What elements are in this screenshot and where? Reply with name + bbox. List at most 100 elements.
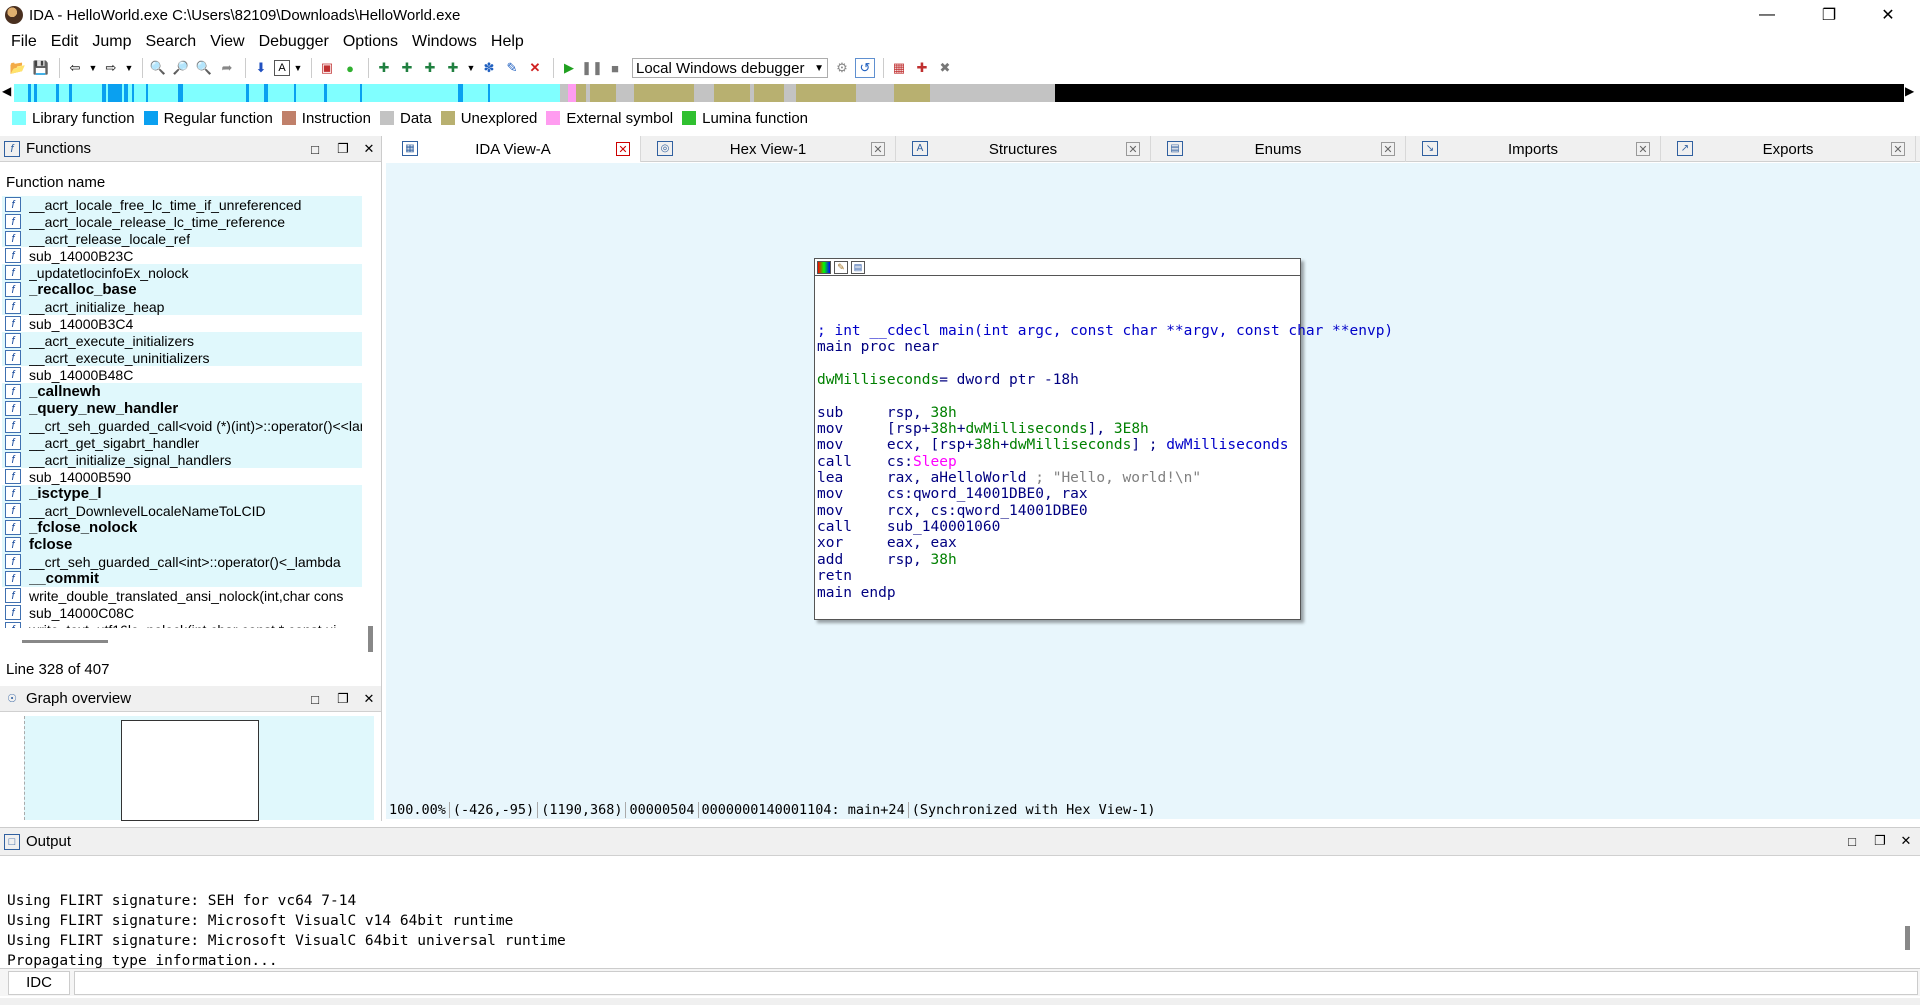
search-binary-icon[interactable]: 🔍: [148, 58, 168, 78]
menu-view[interactable]: View: [203, 33, 251, 51]
close-tab-icon[interactable]: ✕: [871, 142, 885, 156]
add-segment-icon[interactable]: ✚: [397, 58, 417, 78]
close-tab-icon[interactable]: ✕: [1126, 142, 1140, 156]
function-list-item[interactable]: f __crt_seh_guarded_call<int>::operator()…: [2, 553, 362, 570]
minimize-button[interactable]: —: [1744, 0, 1790, 30]
asm-line[interactable]: sub rsp, 38h: [817, 405, 1393, 421]
function-list-item[interactable]: f _isctype_l: [2, 485, 362, 502]
maximize-panel-icon[interactable]: □: [1843, 832, 1861, 850]
add-enum-icon[interactable]: ✚: [443, 58, 463, 78]
asm-line[interactable]: [817, 388, 1393, 404]
close-panel-icon[interactable]: ✕: [360, 690, 378, 708]
menu-search[interactable]: Search: [138, 33, 203, 51]
maximize-panel-icon[interactable]: □: [306, 140, 324, 158]
asm-line[interactable]: mov rcx, cs:qword_14001DBE0: [817, 503, 1393, 519]
function-list-item[interactable]: f _updatetlocinfoEx_nolock: [2, 264, 362, 281]
function-list-item[interactable]: f __acrt_initialize_heap: [2, 298, 362, 315]
function-list-item[interactable]: f _fclose_nolock: [2, 519, 362, 536]
forward-dropdown-icon[interactable]: ▼: [124, 58, 134, 78]
function-list-item[interactable]: f sub_14000B3C4: [2, 315, 362, 332]
back-dropdown-icon[interactable]: ▼: [88, 58, 98, 78]
function-list-item[interactable]: f __crt_seh_guarded_call<void (*)(int)>::…: [2, 417, 362, 434]
menu-options[interactable]: Options: [336, 33, 405, 51]
nav-right-arrow-icon[interactable]: ▶: [1905, 84, 1914, 98]
asm-line[interactable]: call cs:Sleep: [817, 454, 1393, 470]
add-struct-icon[interactable]: ✚: [420, 58, 440, 78]
function-list-item[interactable]: f __acrt_execute_uninitializers: [2, 349, 362, 366]
close-panel-icon[interactable]: ✕: [360, 140, 378, 158]
close-tab-icon[interactable]: ✕: [1891, 142, 1905, 156]
forward-arrow-icon[interactable]: ⇨: [101, 58, 121, 78]
menu-jump[interactable]: Jump: [85, 33, 138, 51]
function-name-column-header[interactable]: Function name: [6, 174, 105, 191]
save-icon[interactable]: 💾: [31, 58, 51, 78]
asm-line[interactable]: ; int __cdecl main(int argc, const char …: [817, 323, 1393, 339]
node-rename-icon[interactable]: ✎: [834, 260, 848, 274]
asm-line[interactable]: main proc near: [817, 339, 1393, 355]
tab-ida-view-a[interactable]: ▦ IDA View-A ✕: [386, 136, 641, 162]
asm-line[interactable]: mov cs:qword_14001DBE0, rax: [817, 486, 1393, 502]
asm-line[interactable]: dwMilliseconds= dword ptr -18h: [817, 372, 1393, 388]
back-arrow-icon[interactable]: ⇦: [65, 58, 85, 78]
asm-line[interactable]: main endp: [817, 585, 1393, 601]
maximize-panel-icon[interactable]: □: [306, 690, 324, 708]
asm-line[interactable]: [817, 356, 1393, 372]
menu-windows[interactable]: Windows: [405, 33, 484, 51]
asm-line[interactable]: mov ecx, [rsp+38h+dwMilliseconds] ; dwMi…: [817, 437, 1393, 453]
function-list-item[interactable]: f sub_14000B590: [2, 468, 362, 485]
graph-overview-viewport[interactable]: [121, 720, 259, 821]
function-list-item[interactable]: f __acrt_locale_free_lc_time_if_unreferen…: [2, 196, 362, 213]
menu-debugger[interactable]: Debugger: [252, 33, 336, 51]
function-list-item[interactable]: f fclose: [2, 536, 362, 553]
function-list-item[interactable]: f _callnewh: [2, 383, 362, 400]
patch-icon[interactable]: ✎: [502, 58, 522, 78]
navigation-band[interactable]: [14, 84, 1904, 102]
tab-exports[interactable]: ↗ Exports ✕: [1661, 136, 1916, 162]
function-list-item[interactable]: f __acrt_locale_release_lc_time_reference: [2, 213, 362, 230]
float-panel-icon[interactable]: ❐: [334, 690, 352, 708]
menu-help[interactable]: Help: [484, 33, 531, 51]
image-icon[interactable]: ▣: [317, 58, 337, 78]
asm-line[interactable]: lea rax, aHelloWorld ; "Hello, world!\n": [817, 470, 1393, 486]
close-panel-icon[interactable]: ✕: [1897, 832, 1915, 850]
debugger-options-icon[interactable]: ⚙: [832, 58, 852, 78]
tab-structures[interactable]: A Structures ✕: [896, 136, 1151, 162]
node-collapse-icon[interactable]: ▤: [851, 260, 865, 274]
search-text-icon[interactable]: 🔎: [171, 58, 191, 78]
function-list-item[interactable]: f __acrt_get_sigabrt_handler: [2, 434, 362, 451]
jump-down-icon[interactable]: ⬇: [251, 58, 271, 78]
graph-node-main[interactable]: ✎ ▤ ; int __cdecl main(int argc, const c…: [814, 258, 1393, 620]
menu-file[interactable]: File: [4, 33, 44, 51]
close-tab-icon[interactable]: ✕: [616, 142, 630, 156]
function-list-item[interactable]: f sub_14000B23C: [2, 247, 362, 264]
function-list-item[interactable]: f __acrt_DownlevelLocaleNameToLCID: [2, 502, 362, 519]
asm-line[interactable]: add rsp, 38h: [817, 552, 1393, 568]
graph-overview-canvas[interactable]: [24, 716, 374, 821]
node-disassembly[interactable]: ; int __cdecl main(int argc, const char …: [817, 323, 1393, 601]
add-dropdown-icon[interactable]: ▼: [466, 58, 476, 78]
open-folder-icon[interactable]: 📂: [8, 58, 28, 78]
start-debugger-icon[interactable]: ▶: [559, 58, 579, 78]
close-button[interactable]: ✕: [1865, 0, 1911, 30]
tab-hex-view-1[interactable]: ◎ Hex View-1 ✕: [641, 136, 896, 162]
tab-enums[interactable]: ▤ Enums ✕: [1151, 136, 1406, 162]
search-immediate-icon[interactable]: 🔍: [194, 58, 214, 78]
node-color-icon[interactable]: [817, 260, 831, 274]
pause-icon[interactable]: ❚❚: [581, 58, 603, 78]
function-list-item[interactable]: f sub_14000C08C: [2, 604, 362, 621]
menu-edit[interactable]: Edit: [44, 33, 86, 51]
function-list-item[interactable]: f __acrt_release_locale_ref: [2, 230, 362, 247]
asm-line[interactable]: xor eax, eax: [817, 535, 1393, 551]
idc-language-button[interactable]: IDC: [8, 970, 70, 995]
float-panel-icon[interactable]: ❐: [1871, 832, 1889, 850]
tracing-icon[interactable]: ✖: [935, 58, 955, 78]
function-list-item[interactable]: f sub_14000B48C: [2, 366, 362, 383]
close-tab-icon[interactable]: ✕: [1636, 142, 1650, 156]
asm-line[interactable]: call sub_140001060: [817, 519, 1393, 535]
ida-graph-view[interactable]: ✎ ▤ ; int __cdecl main(int argc, const c…: [386, 163, 1920, 803]
function-list-item[interactable]: f write_double_translated_ansi_nolock(int…: [2, 587, 362, 604]
string-dropdown-icon[interactable]: ▼: [293, 58, 303, 78]
function-list-item[interactable]: f __acrt_execute_initializers: [2, 332, 362, 349]
output-scrollbar[interactable]: [1905, 926, 1910, 950]
breakpoint-list-icon[interactable]: ▦: [889, 58, 909, 78]
